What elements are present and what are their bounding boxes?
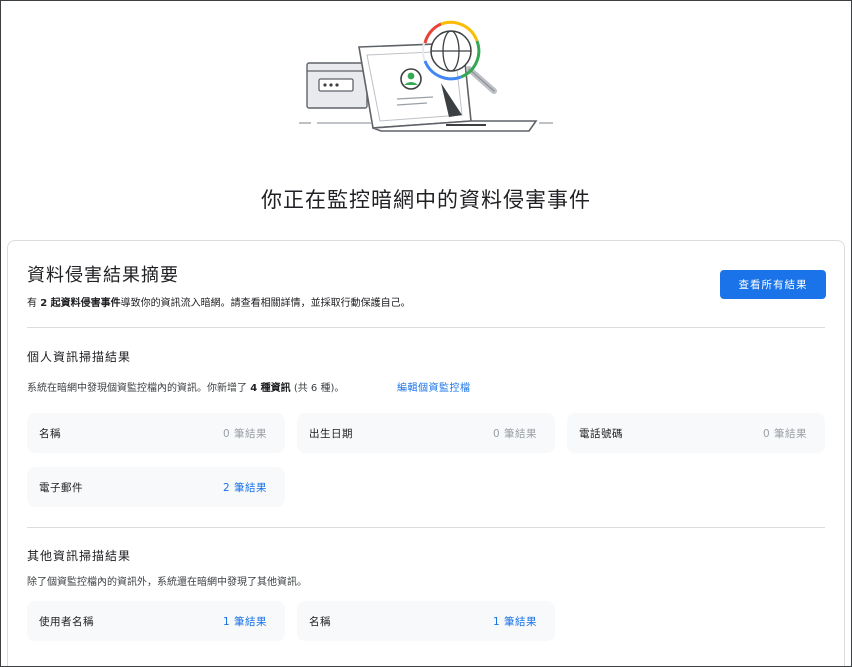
tile-label: 名稱 [39,428,61,440]
summary-title: 資料侵害結果摘要 [27,265,179,286]
personal-desc-suffix: (共 6 種)。 [290,383,345,394]
summary-desc-suffix: 導致你的資訊流入暗網。請查看相關詳情，並採取行動保護自己。 [120,298,411,309]
browser-window-illustration [306,62,368,109]
tile-label: 名稱 [309,616,331,628]
result-tile-email[interactable]: 電子郵件 2 筆結果 [27,467,285,507]
summary-desc-prefix: 有 [27,298,41,309]
breach-count: 2 起資料侵害事件 [40,298,121,309]
tile-label: 電話號碼 [579,428,623,440]
divider [27,327,825,328]
other-scan-description: 除了個資監控檔內的資訊外，系統還在暗網中發現了其他資訊。 [27,577,307,588]
result-tile-birthdate[interactable]: 出生日期 0 筆結果 [297,413,555,453]
result-tile-username[interactable]: 使用者名稱 1 筆結果 [27,601,285,641]
personal-added-count: 4 種資訊 [250,383,291,394]
result-tile-phone[interactable]: 電話號碼 0 筆結果 [567,413,825,453]
other-scan-title: 其他資訊掃描結果 [27,549,132,563]
result-tile-other-name[interactable]: 名稱 1 筆結果 [297,601,555,641]
tile-result-count: 0 筆結果 [762,428,807,440]
summary-description: 有 2 起資料侵害事件導致你的資訊流入暗網。請查看相關詳情，並採取行動保護自己。 [27,294,411,309]
tile-result-count: 0 筆結果 [222,428,267,440]
tile-label: 電子郵件 [39,482,83,494]
dark-web-monitor-illustration [299,20,553,132]
result-tile-name[interactable]: 名稱 0 筆結果 [27,413,285,453]
tile-result-count: 1 筆結果 [492,616,537,628]
tile-label: 出生日期 [309,428,353,440]
edit-profile-link[interactable]: 編輯個資監控檔 [397,379,471,394]
personal-scan-description: 系統在暗網中發現個資監控檔內的資訊。你新增了 4 種資訊 (共 6 種)。 [27,379,344,394]
breach-summary-card: 資料侵害結果摘要 有 2 起資料侵害事件導致你的資訊流入暗網。請查看相關詳情，並… [7,240,845,666]
tile-result-count: 0 筆結果 [492,428,537,440]
tile-label: 使用者名稱 [39,616,94,628]
avatar-icon [400,68,422,90]
view-all-results-button[interactable]: 查看所有結果 [720,270,826,299]
tile-result-count: 2 筆結果 [222,482,267,494]
divider [27,527,825,528]
personal-scan-title: 個人資訊掃描結果 [27,350,132,364]
personal-desc-prefix: 系統在暗網中發現個資監控檔內的資訊。你新增了 [27,383,251,394]
tile-result-count: 1 筆結果 [222,616,267,628]
page-title: 你正在監控暗網中的資料侵害事件 [261,188,591,212]
app-frame: 你正在監控暗網中的資料侵害事件 資料侵害結果摘要 有 2 起資料侵害事件導致你的… [0,0,852,667]
